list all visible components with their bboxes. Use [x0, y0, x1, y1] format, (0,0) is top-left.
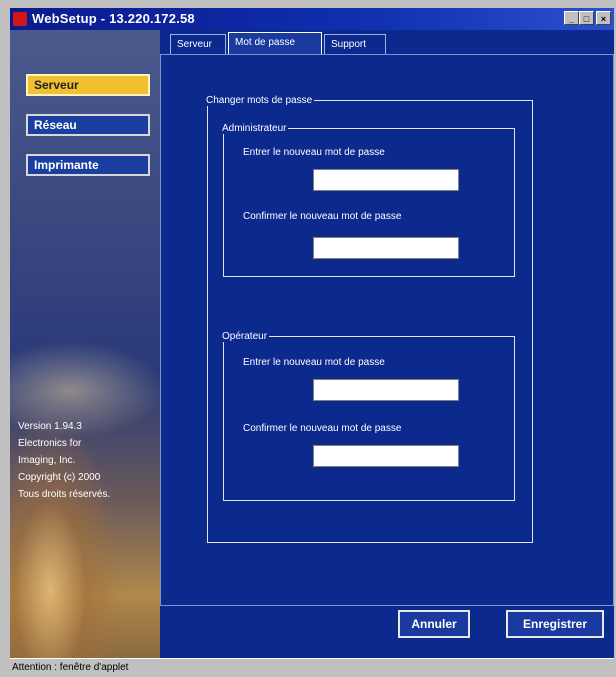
minimize-icon[interactable]: _	[564, 11, 579, 25]
admin-confirm-password-label: Confirmer le nouveau mot de passe	[243, 211, 402, 222]
operator-confirm-password-label: Confirmer le nouveau mot de passe	[243, 423, 402, 434]
sidebar-item-label: Imprimante	[34, 158, 99, 172]
tab-label: Mot de passe	[235, 37, 296, 48]
sidebar-item-label: Serveur	[34, 78, 79, 92]
title-bar[interactable]: WebSetup - 13.220.172.58 _ □ ×	[10, 8, 614, 30]
app-icon	[13, 12, 27, 26]
operator-new-password-input[interactable]	[313, 379, 459, 401]
tab-serveur[interactable]: Serveur	[170, 34, 226, 54]
tab-support[interactable]: Support	[324, 34, 386, 54]
admin-confirm-password-input[interactable]	[313, 237, 459, 259]
admin-new-password-label: Entrer le nouveau mot de passe	[243, 147, 385, 158]
admin-legend: Administrateur	[222, 123, 287, 134]
sidebar-item-imprimante[interactable]: Imprimante	[26, 154, 150, 176]
tab-panel: Changer mots de passe Administrateur Ent…	[160, 54, 614, 606]
tab-label: Support	[331, 39, 367, 50]
copyright-line: Copyright (c) 2000	[18, 472, 101, 483]
window-title: WebSetup - 13.220.172.58	[32, 11, 195, 26]
sidebar: Serveur Réseau Imprimante Version 1.94.3…	[10, 30, 160, 658]
version-line: Version 1.94.3	[18, 421, 82, 432]
status-text: Attention : fenêtre d'applet	[12, 662, 129, 673]
operator-new-password-label: Entrer le nouveau mot de passe	[243, 357, 385, 368]
tab-mot-de-passe[interactable]: Mot de passe	[228, 32, 322, 54]
main-content: Serveur Réseau Imprimante Version 1.94.3…	[10, 30, 614, 658]
operator-confirm-password-input[interactable]	[313, 445, 459, 467]
vendor-line: Electronics for	[18, 438, 82, 449]
status-bar: Attention : fenêtre d'applet	[10, 658, 614, 676]
sidebar-item-serveur[interactable]: Serveur	[26, 74, 150, 96]
admin-new-password-input[interactable]	[313, 169, 459, 191]
tab-label: Serveur	[177, 39, 213, 50]
vendor-line: Imaging, Inc.	[18, 455, 76, 466]
sidebar-item-label: Réseau	[34, 118, 77, 132]
close-icon[interactable]: ×	[596, 11, 611, 25]
version-info: Version 1.94.3 Electronics for Imaging, …	[18, 418, 158, 503]
save-button[interactable]: Enregistrer	[506, 610, 604, 638]
operator-legend: Opérateur	[222, 331, 268, 342]
cancel-button[interactable]: Annuler	[398, 610, 470, 638]
rights-line: Tous droits réservés.	[18, 489, 111, 500]
app-window: WebSetup - 13.220.172.58 _ □ × Serveur R…	[0, 0, 616, 676]
sidebar-item-reseau[interactable]: Réseau	[26, 114, 150, 136]
maximize-icon[interactable]: □	[579, 11, 594, 25]
group-title: Changer mots de passe	[206, 95, 313, 106]
